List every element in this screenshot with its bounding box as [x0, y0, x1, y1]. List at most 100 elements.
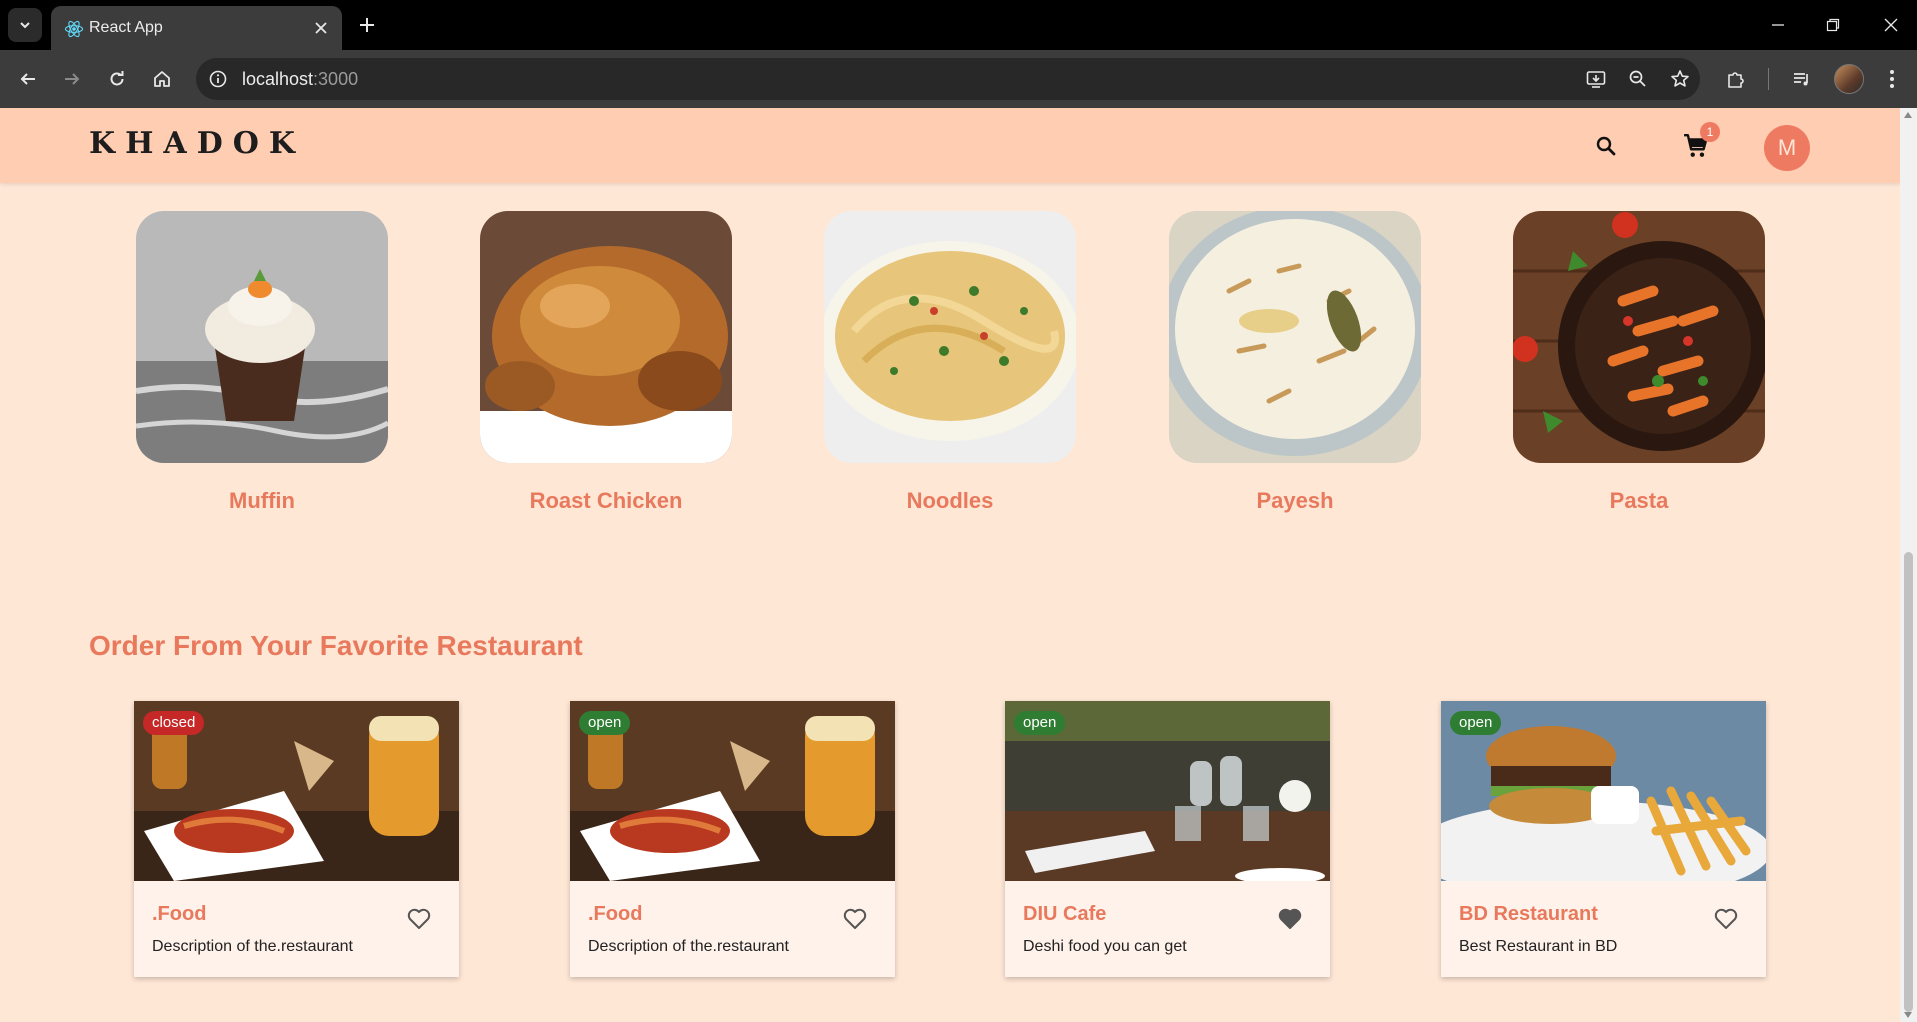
install-app-icon — [1586, 71, 1606, 88]
food-card-pasta[interactable]: Pasta — [1513, 211, 1765, 514]
food-name: Noodles — [906, 488, 994, 513]
restaurant-description: Best Restaurant in BD — [1459, 938, 1618, 955]
browser-toolbar: localhost:3000 — [0, 50, 1917, 108]
food-card-muffin[interactable]: Muffin — [136, 211, 388, 514]
new-tab-button[interactable] — [354, 12, 380, 38]
zoom-out-icon — [1629, 70, 1646, 87]
food-name: Roast Chicken — [529, 488, 683, 513]
playlist-icon — [1794, 73, 1808, 86]
restaurant-name[interactable]: .Food — [588, 903, 642, 926]
media-controls-button[interactable] — [1786, 63, 1818, 95]
home-icon — [154, 71, 170, 87]
status-badge: open — [1450, 711, 1502, 735]
chevron-down-icon — [20, 22, 30, 29]
restaurant-description: Deshi food you can get — [1023, 938, 1187, 955]
scroll-down-arrow-icon[interactable] — [1904, 1012, 1912, 1018]
restaurant-image: closed — [134, 701, 459, 881]
react-logo-icon — [64, 20, 84, 38]
zoom-button[interactable] — [1622, 63, 1654, 95]
noodles-image — [824, 211, 1076, 463]
favorite-button[interactable] — [1711, 904, 1741, 934]
heart-outline-icon — [407, 908, 431, 929]
search-button[interactable] — [1590, 130, 1622, 162]
browser-tabstrip: React App — [0, 0, 1917, 50]
restaurant-card[interactable]: open .Food Description of the.restaurant — [570, 701, 895, 977]
back-button[interactable] — [12, 63, 44, 95]
section-title: Order From Your Favorite Restaurant — [89, 630, 583, 661]
user-avatar[interactable]: M — [1764, 125, 1810, 171]
minimize-icon — [1772, 24, 1784, 26]
heart-filled-icon — [1278, 908, 1302, 929]
reload-button[interactable] — [101, 63, 133, 95]
muffin-image — [136, 211, 388, 463]
heart-outline-icon — [843, 908, 867, 929]
arrow-left-icon — [20, 73, 35, 85]
plus-icon — [360, 18, 374, 32]
puzzle-icon — [1728, 72, 1744, 88]
tab-search-button[interactable] — [8, 8, 42, 42]
star-icon — [1671, 70, 1689, 87]
url-host: localhost — [242, 69, 314, 89]
roast-chicken-image — [480, 211, 732, 463]
close-icon — [1884, 18, 1898, 32]
restaurant-image: open — [1005, 701, 1330, 881]
food-name: Pasta — [1609, 488, 1669, 513]
extensions-button[interactable] — [1720, 63, 1752, 95]
browser-menu-button[interactable] — [1876, 63, 1908, 95]
home-button[interactable] — [146, 63, 178, 95]
search-icon — [1596, 136, 1616, 156]
favorite-button[interactable] — [404, 904, 434, 934]
info-icon — [209, 70, 227, 88]
kebab-menu-icon — [1890, 70, 1894, 88]
scroll-thumb[interactable] — [1904, 552, 1913, 1012]
tab-title: React App — [89, 19, 163, 36]
page-viewport: KHADOK 1 M Muffin Roast Chicken Noodles … — [0, 108, 1900, 1022]
restaurant-image: open — [570, 701, 895, 881]
restaurant-card[interactable]: closed .Food Description of the.restaura… — [134, 701, 459, 977]
restore-button[interactable] — [1818, 10, 1848, 40]
restaurant-card[interactable]: open DIU Cafe Deshi food you can get — [1005, 701, 1330, 977]
site-logo[interactable]: KHADOK — [89, 126, 305, 161]
restaurant-image: open — [1441, 701, 1766, 881]
install-app-button[interactable] — [1580, 63, 1612, 95]
forward-button[interactable] — [56, 63, 88, 95]
minimize-button[interactable] — [1763, 10, 1793, 40]
browser-tab-active[interactable]: React App — [51, 6, 342, 50]
food-name: Muffin — [229, 488, 295, 513]
status-badge: open — [579, 711, 631, 735]
restaurant-card[interactable]: open BD Restaurant Best Restaurant in BD — [1441, 701, 1766, 977]
tab-close-button[interactable] — [310, 17, 332, 39]
pasta-image — [1513, 211, 1765, 463]
profile-avatar[interactable] — [1834, 64, 1864, 94]
reload-icon — [110, 71, 124, 86]
restore-icon — [1826, 18, 1840, 32]
payesh-image — [1169, 211, 1421, 463]
food-card-payesh[interactable]: Payesh — [1169, 211, 1421, 514]
restaurant-description: Description of the.restaurant — [152, 938, 353, 955]
favorite-button[interactable] — [1275, 904, 1305, 934]
url-port: :3000 — [313, 69, 359, 89]
page-scrollbar[interactable] — [1900, 108, 1917, 1022]
bookmark-button[interactable] — [1664, 63, 1696, 95]
toolbar-divider — [1768, 68, 1769, 90]
cart-count-badge: 1 — [1700, 122, 1720, 142]
restaurant-name[interactable]: DIU Cafe — [1023, 903, 1106, 926]
restaurant-name[interactable]: BD Restaurant — [1459, 903, 1598, 926]
restaurant-description: Description of the.restaurant — [588, 938, 789, 955]
heart-outline-icon — [1714, 908, 1738, 929]
food-name: Payesh — [1256, 488, 1334, 513]
address-bar[interactable]: localhost:3000 — [196, 58, 1700, 100]
url-text: localhost:3000 — [242, 69, 358, 90]
scroll-up-arrow-icon[interactable] — [1904, 112, 1912, 118]
food-card-roast-chicken[interactable]: Roast Chicken — [480, 211, 732, 514]
arrow-right-icon — [65, 73, 80, 85]
status-badge: open — [1014, 711, 1066, 735]
status-badge: closed — [143, 711, 205, 735]
close-icon — [315, 22, 327, 34]
app-header: KHADOK 1 M — [0, 108, 1900, 183]
site-info-button[interactable] — [204, 65, 232, 93]
favorite-button[interactable] — [840, 904, 870, 934]
close-window-button[interactable] — [1876, 10, 1906, 40]
food-card-noodles[interactable]: Noodles — [824, 211, 1076, 514]
restaurant-name[interactable]: .Food — [152, 903, 206, 926]
